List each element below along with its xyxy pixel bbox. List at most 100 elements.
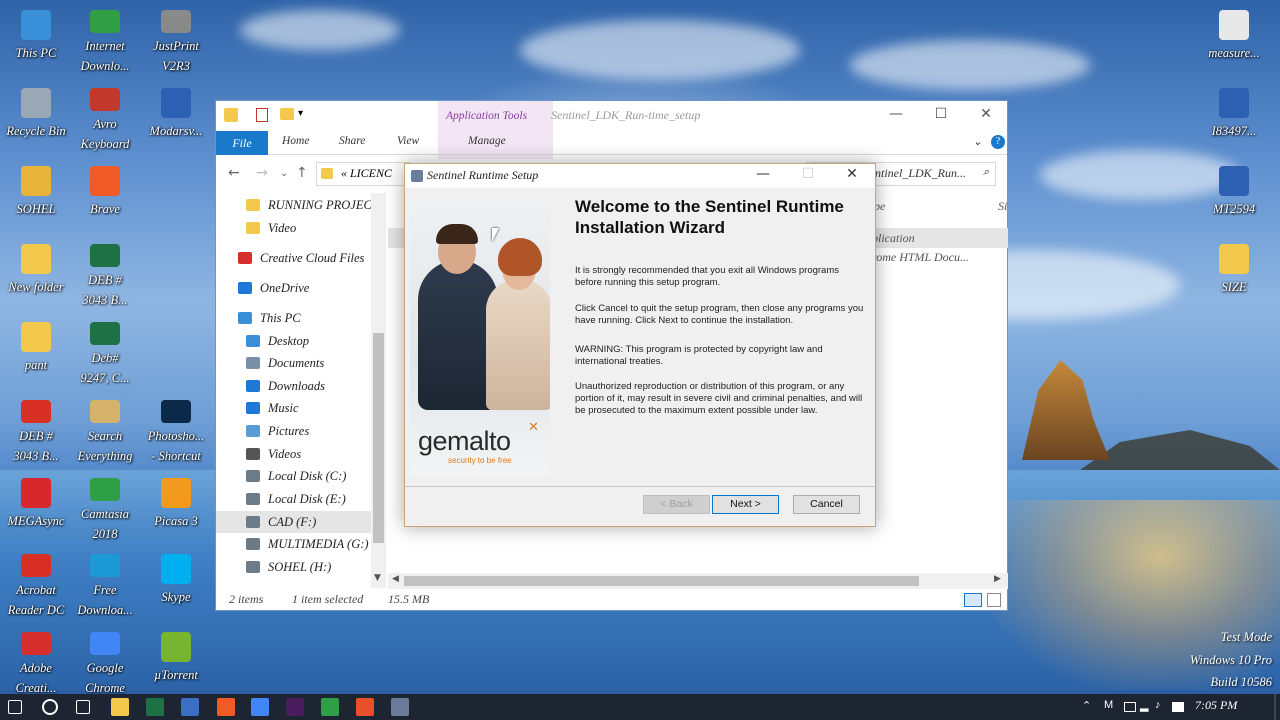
sidebar-item[interactable]: Documents [216, 352, 386, 374]
action-center-icon[interactable] [1172, 702, 1184, 712]
show-desktop-button[interactable] [1274, 694, 1276, 720]
dialog-titlebar[interactable]: Sentinel Runtime Setup — ☐ ✕ [405, 164, 875, 188]
scroll-down-icon[interactable]: ▼ [374, 573, 381, 583]
desktop-icon-item[interactable]: Adobe Creati... [0, 626, 72, 698]
sidebar-item[interactable]: CAD (F:) [216, 511, 386, 533]
excel-icon[interactable] [146, 698, 164, 716]
tab-manage[interactable]: Manage [468, 135, 506, 147]
sidebar-item[interactable]: Downloads [216, 375, 386, 397]
desktop-icon-item[interactable]: Recycle Bin [0, 82, 72, 154]
up-arrow-icon[interactable]: ↑ [296, 165, 308, 181]
sidebar-item[interactable]: Music [216, 397, 386, 419]
tab-share[interactable]: Share [339, 135, 365, 147]
maximize-button[interactable]: ☐ [926, 106, 956, 122]
horizontal-scrollbar[interactable]: ◀ ▶ [388, 573, 1008, 589]
explorer-titlebar[interactable]: ▾ Application Tools Sentinel_LDK_Run-tim… [216, 101, 1007, 159]
desktop-icon-item[interactable]: Acrobat Reader DC [0, 548, 72, 620]
tab-file[interactable]: File [216, 131, 268, 155]
cancel-button[interactable]: Cancel [793, 495, 860, 514]
desktop-icon-item[interactable]: MT2594 [1198, 160, 1270, 232]
desktop-icon-item[interactable]: SIZE [1198, 238, 1270, 310]
chrome-icon[interactable] [251, 698, 269, 716]
desktop-icon-item[interactable]: Internet Downlo... [69, 4, 141, 76]
sidebar-item[interactable]: Local Disk (E:) [216, 488, 386, 510]
quick-access-dropdown-icon[interactable]: ▾ [298, 108, 303, 119]
sidebar-item[interactable]: Videos [216, 443, 386, 465]
network-icon[interactable]: ▂ [1140, 699, 1148, 712]
next-button[interactable]: Next > [712, 495, 779, 514]
forward-arrow-icon[interactable]: → [256, 165, 268, 181]
address-input[interactable]: « LICENC [316, 162, 411, 186]
new-folder-icon[interactable] [280, 108, 294, 120]
camtasia-recorder-icon[interactable] [356, 698, 374, 716]
desktop-icon-item[interactable]: Google Chrome [69, 626, 141, 698]
premiere-icon[interactable] [286, 698, 304, 716]
scroll-thumb[interactable] [373, 333, 384, 543]
desktop-icon-item[interactable]: Free Downloa... [69, 548, 141, 620]
scroll-thumb[interactable] [404, 576, 919, 586]
desktop-icon-item[interactable]: New folder [0, 238, 72, 310]
ribbon-expand-icon[interactable]: ⌄ [973, 135, 982, 148]
recent-locations-icon[interactable]: ⌄ [280, 168, 288, 179]
setup-dialog[interactable]: Sentinel Runtime Setup — ☐ ✕ gemalto ✕ s… [404, 163, 876, 527]
navigation-pane[interactable]: RUNNING PROJEC Video Creative Cloud Files O… [216, 193, 386, 588]
desktop-icon-item[interactable]: Brave [69, 160, 141, 232]
sidebar-item[interactable]: Creative Cloud Files [216, 247, 386, 269]
details-view-icon[interactable] [964, 593, 982, 607]
desktop-icon-item[interactable]: SOHEL [0, 160, 72, 232]
back-arrow-icon[interactable]: ← [228, 165, 240, 181]
minimize-button[interactable]: — [881, 106, 911, 122]
close-button[interactable]: ✕ [971, 106, 1001, 122]
camtasia-icon[interactable] [321, 698, 339, 716]
brave-icon[interactable] [217, 698, 235, 716]
desktop-icon-item[interactable]: DEB # 3043 B... [69, 238, 141, 310]
desktop-icon-item[interactable]: measure... [1198, 4, 1270, 76]
sidebar-item[interactable]: Video [216, 217, 386, 239]
desktop-icon-item[interactable]: Picasa 3 [140, 472, 212, 544]
scroll-left-icon[interactable]: ◀ [392, 574, 399, 584]
large-icons-view-icon[interactable] [987, 593, 1001, 607]
sidebar-item[interactable]: SOHEL (H:) [216, 556, 386, 578]
volume-icon[interactable]: ♪ [1155, 699, 1161, 711]
sidebar-item[interactable]: Pictures [216, 420, 386, 442]
language-indicator[interactable]: M [1104, 699, 1113, 711]
desktop-icon-item[interactable]: Camtasia 2018 [69, 472, 141, 544]
clock[interactable]: 7:05 PM [1195, 698, 1237, 713]
setup-icon[interactable] [391, 698, 409, 716]
minimize-button[interactable]: — [748, 166, 778, 182]
start-icon[interactable] [8, 700, 22, 714]
desktop-icon-item[interactable]: Deb# 9247, C... [69, 316, 141, 388]
desktop-icon-item[interactable]: Photosho... - Shortcut [140, 394, 212, 466]
sidebar-item[interactable]: This PC [216, 307, 386, 329]
task-view-icon[interactable] [76, 700, 90, 714]
tab-home[interactable]: Home [282, 135, 309, 147]
word-icon[interactable] [181, 698, 199, 716]
sidebar-item[interactable]: RUNNING PROJEC [216, 194, 386, 216]
battery-icon[interactable] [1124, 702, 1136, 712]
column-header-size[interactable]: Si [998, 199, 1007, 214]
desktop-icon-item[interactable]: MEGAsync [0, 472, 72, 544]
close-button[interactable]: ✕ [837, 166, 867, 182]
desktop-icon-item[interactable]: Skype [140, 548, 212, 620]
desktop-icon-item[interactable]: Modarsv... [140, 82, 212, 154]
desktop-icon-item[interactable]: JustPrint V2R3 [140, 4, 212, 76]
sidebar-item[interactable]: OneDrive [216, 277, 386, 299]
tab-view[interactable]: View [397, 135, 419, 147]
desktop-icon-item[interactable]: This PC [0, 4, 72, 76]
file-explorer-icon[interactable] [111, 698, 129, 716]
desktop-icon-item[interactable]: µTorrent [140, 626, 212, 698]
sidebar-item[interactable]: Desktop [216, 330, 386, 352]
desktop-icon-item[interactable]: Search Everything [69, 394, 141, 466]
sidebar-item[interactable]: Local Disk (C:) [216, 465, 386, 487]
help-icon[interactable]: ? [991, 135, 1005, 149]
cortana-icon[interactable] [42, 699, 58, 715]
back-button[interactable]: < Back [643, 495, 710, 514]
navigation-scrollbar[interactable]: ▼ [371, 193, 386, 588]
desktop-icon-item[interactable]: pant [0, 316, 72, 388]
desktop-icon-item[interactable]: Avro Keyboard [69, 82, 141, 154]
sidebar-item[interactable]: MULTIMEDIA (G:) [216, 533, 386, 555]
properties-icon[interactable] [256, 108, 268, 122]
desktop-icon-item[interactable]: DEB # 3043 B... [0, 394, 72, 466]
scroll-right-icon[interactable]: ▶ [994, 574, 1001, 584]
desktop-icon-item[interactable]: I83497... [1198, 82, 1270, 154]
